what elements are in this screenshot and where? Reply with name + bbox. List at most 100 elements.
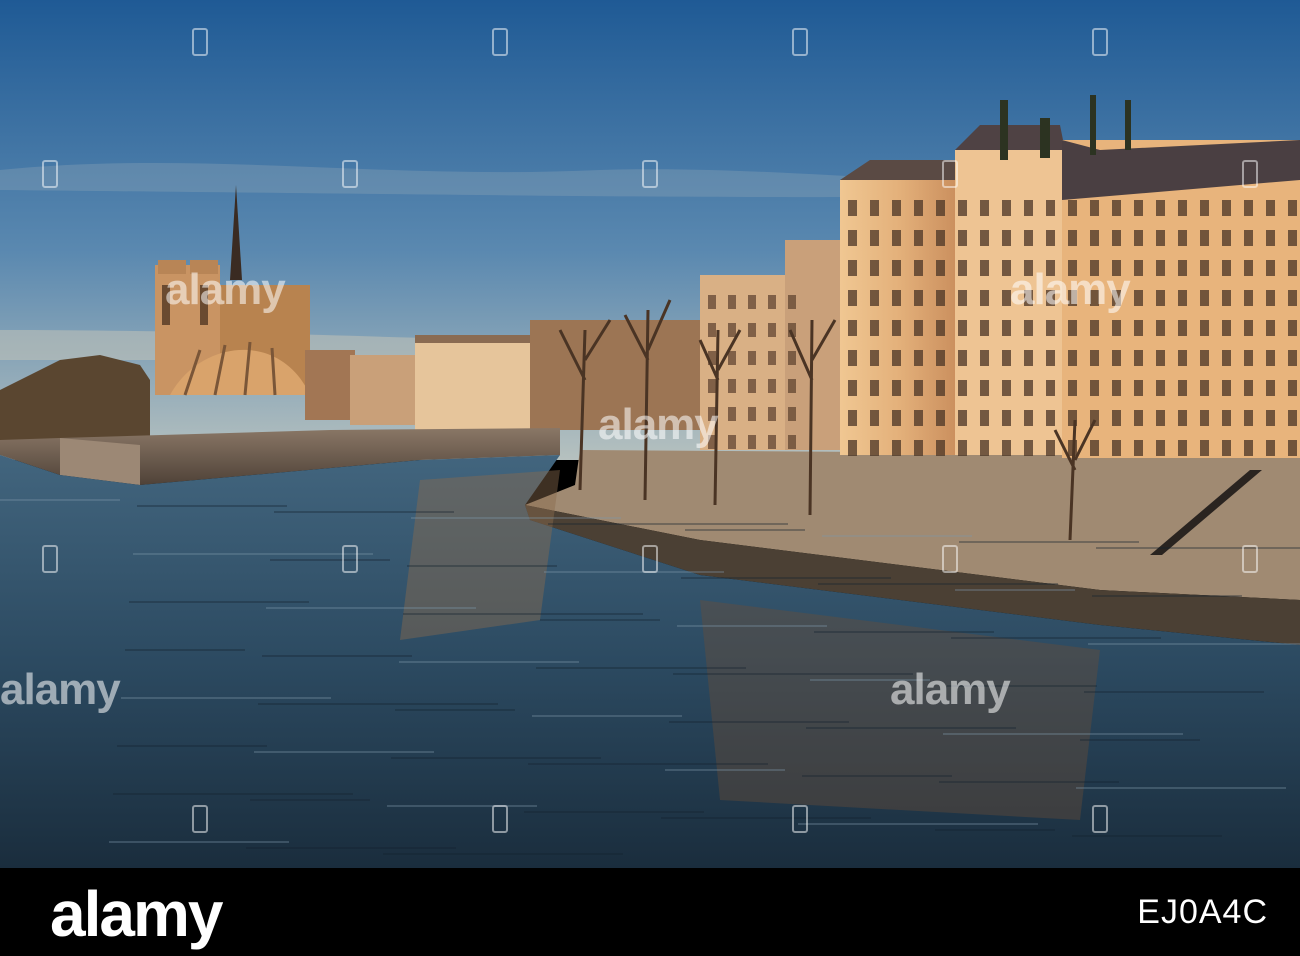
window	[1046, 350, 1055, 366]
window	[1200, 290, 1209, 306]
window	[1178, 260, 1187, 276]
window	[1024, 350, 1033, 366]
window	[958, 350, 967, 366]
window	[1200, 320, 1209, 336]
window	[914, 230, 923, 246]
window	[1024, 320, 1033, 336]
window	[980, 230, 989, 246]
window	[980, 410, 989, 426]
window	[1288, 230, 1297, 246]
window	[980, 260, 989, 276]
window	[728, 323, 736, 337]
window	[768, 323, 776, 337]
window	[914, 410, 923, 426]
window	[892, 320, 901, 336]
window	[1222, 290, 1231, 306]
window	[768, 351, 776, 365]
window	[748, 323, 756, 337]
window	[1090, 200, 1099, 216]
stock-image-id: EJ0A4C	[1137, 893, 1268, 931]
window	[1200, 440, 1209, 456]
window	[1222, 230, 1231, 246]
window	[958, 410, 967, 426]
window	[1024, 200, 1033, 216]
window	[848, 440, 857, 456]
window	[914, 440, 923, 456]
window	[1222, 350, 1231, 366]
window	[1090, 320, 1099, 336]
watermark-mark	[792, 805, 808, 833]
window	[958, 200, 967, 216]
window	[1200, 380, 1209, 396]
window	[1156, 260, 1165, 276]
window	[1068, 320, 1077, 336]
watermark-text: alamy	[598, 400, 719, 449]
window	[1156, 380, 1165, 396]
window	[1156, 290, 1165, 306]
watermark-mark	[1092, 28, 1108, 56]
window	[848, 350, 857, 366]
window	[1288, 260, 1297, 276]
window	[728, 295, 736, 309]
window	[1134, 350, 1143, 366]
window	[1200, 200, 1209, 216]
window	[788, 295, 796, 309]
watermark-mark	[342, 160, 358, 188]
window	[1002, 350, 1011, 366]
window	[1024, 410, 1033, 426]
window	[1178, 230, 1187, 246]
watermark-mark	[1092, 805, 1108, 833]
window	[748, 379, 756, 393]
watermark-mark	[642, 545, 658, 573]
window	[768, 295, 776, 309]
watermark-mark	[42, 160, 58, 188]
window	[958, 380, 967, 396]
window	[1002, 230, 1011, 246]
alamy-logo[interactable]: alamy	[50, 874, 223, 954]
window	[848, 410, 857, 426]
window	[1222, 410, 1231, 426]
window	[1178, 410, 1187, 426]
watermark-text: alamy	[890, 665, 1011, 714]
window	[958, 230, 967, 246]
window	[892, 260, 901, 276]
window	[1156, 350, 1165, 366]
window	[728, 379, 736, 393]
window	[1222, 440, 1231, 456]
window	[1112, 380, 1121, 396]
window	[870, 380, 879, 396]
window	[1134, 290, 1143, 306]
window	[1244, 350, 1253, 366]
window	[1112, 320, 1121, 336]
window	[958, 440, 967, 456]
window	[936, 230, 945, 246]
window	[936, 350, 945, 366]
window	[1200, 410, 1209, 426]
window	[1068, 200, 1077, 216]
window	[1244, 410, 1253, 426]
watermark-mark	[42, 545, 58, 573]
window	[1090, 380, 1099, 396]
window	[1244, 440, 1253, 456]
window	[1178, 290, 1187, 306]
window	[892, 380, 901, 396]
window	[892, 350, 901, 366]
window	[936, 320, 945, 336]
window	[936, 200, 945, 216]
window	[1288, 440, 1297, 456]
stock-photo: alamy alamy alamy alamy alamy	[0, 0, 1300, 868]
window	[1222, 380, 1231, 396]
window	[870, 410, 879, 426]
window	[980, 320, 989, 336]
window	[870, 260, 879, 276]
window	[1046, 380, 1055, 396]
stock-footer-bar: alamy EJ0A4C	[0, 868, 1300, 956]
watermark-mark	[942, 160, 958, 188]
window	[980, 200, 989, 216]
window	[1200, 230, 1209, 246]
window	[1046, 320, 1055, 336]
window	[1046, 410, 1055, 426]
window	[1156, 230, 1165, 246]
window	[1156, 200, 1165, 216]
window	[848, 320, 857, 336]
